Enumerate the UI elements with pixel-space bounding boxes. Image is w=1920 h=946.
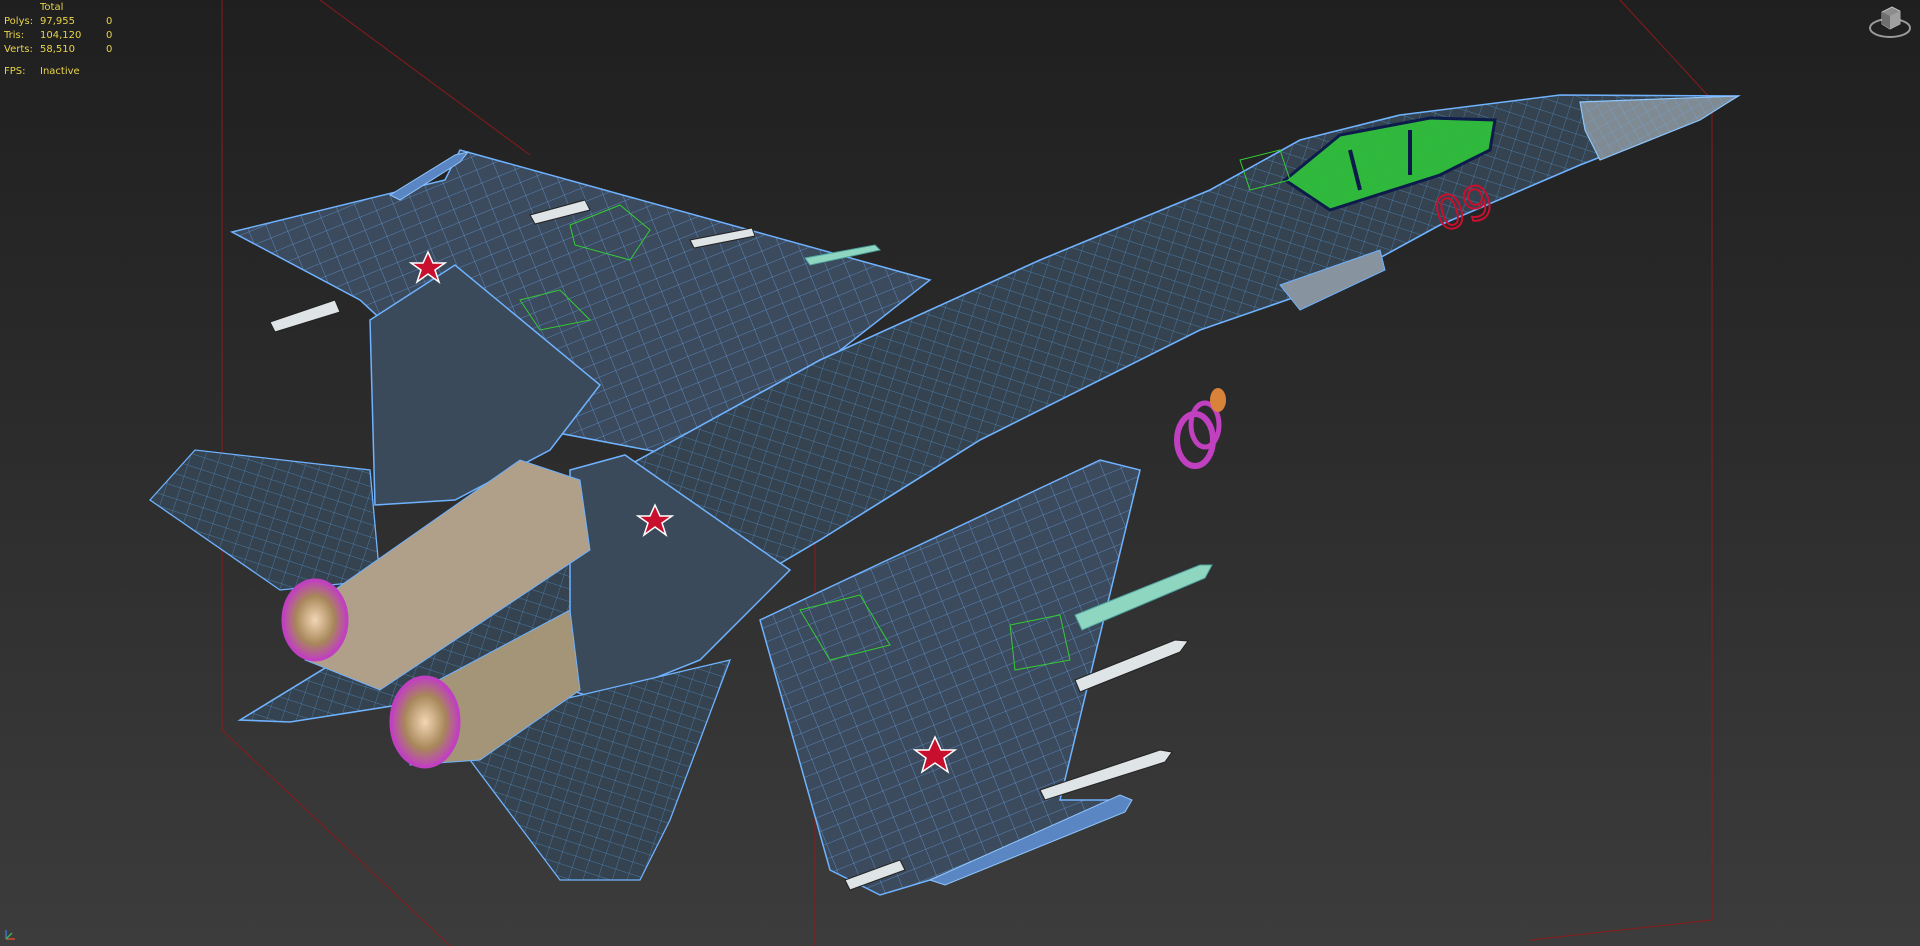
fps-label: FPS: xyxy=(4,66,26,77)
stats-selected: 0 xyxy=(106,16,113,27)
stats-row-fps: FPS: Inactive xyxy=(4,65,126,79)
stats-row-polys: Polys: 97,955 0 xyxy=(4,15,126,29)
missile[interactable] xyxy=(269,299,341,333)
stats-label: Polys: xyxy=(4,16,34,27)
perspective-viewport[interactable]: 09 Total Polys: 97,955 0 Tris: 104,120 0… xyxy=(0,0,1920,946)
viewcube-icon[interactable] xyxy=(1868,2,1912,40)
axis-tripod-icon xyxy=(5,930,15,940)
engine-nozzle-right xyxy=(389,675,461,769)
stats-total: 104,120 xyxy=(40,30,82,41)
aircraft-model[interactable]: 09 xyxy=(149,94,1741,896)
stats-selected: 0 xyxy=(106,44,113,55)
stats-total: 58,510 xyxy=(40,44,75,55)
fps-value: Inactive xyxy=(40,66,80,77)
viewport-statistics: Total Polys: 97,955 0 Tris: 104,120 0 Ve… xyxy=(4,1,126,79)
left-horizontal-stabilizer[interactable] xyxy=(149,449,381,591)
stats-header: Total xyxy=(40,2,64,13)
landing-gear xyxy=(1174,388,1226,469)
nose-cone xyxy=(1579,95,1741,161)
stats-selected: 0 xyxy=(106,30,113,41)
stats-row-verts: Verts: 58,510 0 xyxy=(4,43,126,57)
stats-label: Verts: xyxy=(4,44,33,55)
stats-row-tris: Tris: 104,120 0 xyxy=(4,29,126,43)
engine-nozzle-left xyxy=(281,578,349,662)
stats-total: 97,955 xyxy=(40,16,75,27)
stats-label: Tris: xyxy=(4,30,25,41)
viewport-scene[interactable]: 09 xyxy=(0,0,1920,946)
